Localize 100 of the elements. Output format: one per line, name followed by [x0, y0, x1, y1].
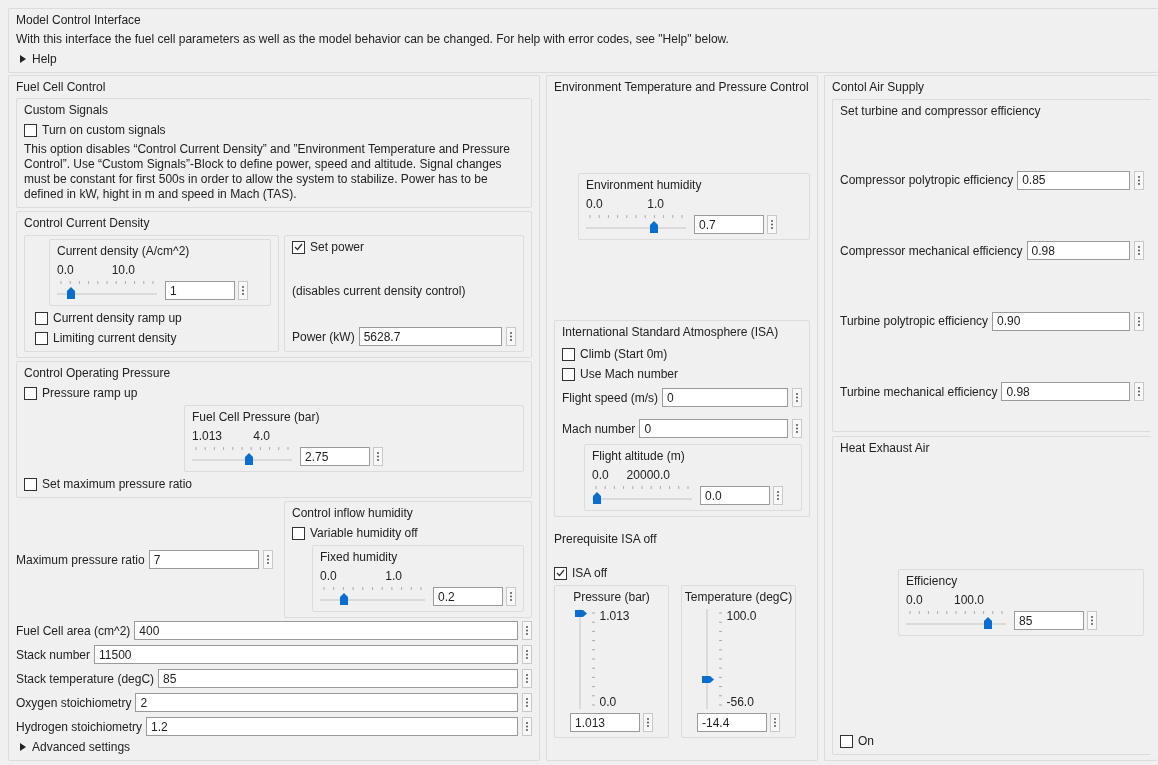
slider-thumb[interactable] [573, 609, 588, 618]
text-field[interactable]: 1.2 [146, 717, 518, 736]
text-field[interactable]: 0.90 [992, 311, 1130, 331]
slider-thumb[interactable] [66, 286, 76, 300]
checkbox[interactable]: Turn on custom signals [24, 122, 166, 138]
checkbox[interactable]: Use Mach number [562, 366, 679, 382]
slider-max-label: 100.0 [726, 609, 758, 623]
slider-thumb[interactable] [649, 220, 659, 234]
note-text: (disables current density control) [292, 284, 467, 298]
value-field[interactable]: 85 [1014, 611, 1084, 630]
text-field[interactable]: 0 [662, 388, 788, 407]
field-label: Compressor polytropic efficiency [840, 173, 1014, 187]
checkbox[interactable]: Set maximum pressure ratio [24, 476, 193, 492]
options-button[interactable] [770, 713, 780, 732]
options-button[interactable] [792, 419, 802, 438]
checkbox[interactable]: Climb (Start 0m) [562, 346, 668, 362]
options-button[interactable] [373, 447, 383, 466]
slider-title: Flight altitude (m) [592, 448, 686, 464]
slider-track[interactable] [592, 491, 692, 505]
text-field[interactable]: 11500 [94, 645, 518, 664]
value-field[interactable]: 1 [165, 281, 235, 300]
options-button[interactable] [792, 388, 802, 407]
value-field[interactable]: -14.4 [697, 713, 767, 732]
options-button[interactable] [506, 587, 516, 606]
slider-max-label: 1.0 [385, 569, 402, 583]
slider-track[interactable] [700, 609, 715, 709]
options-button[interactable] [522, 717, 532, 736]
field-label: Hydrogen stoichiometry [16, 719, 143, 734]
checkbox[interactable]: Set power [292, 239, 365, 255]
slider-track[interactable] [192, 452, 292, 466]
checkbox[interactable]: Variable humidity off [292, 525, 418, 541]
slider-min-label: 0.0 [320, 569, 337, 583]
options-button[interactable] [262, 550, 273, 569]
slider-min-label: 0.0 [592, 468, 609, 482]
field-label: Turbine mechanical efficiency [840, 384, 998, 399]
text-field[interactable]: 2 [135, 693, 518, 712]
text-field[interactable]: 5628.7 [358, 327, 502, 346]
slider-title: Environment humidity [586, 177, 703, 193]
options-button[interactable] [767, 215, 777, 234]
text-field[interactable]: 0.98 [1001, 382, 1130, 401]
options-button[interactable] [522, 645, 532, 664]
slider-thumb[interactable] [982, 616, 993, 630]
slider-thumb[interactable] [339, 592, 349, 606]
advanced-toggle[interactable]: Advanced settings [16, 739, 131, 755]
options-button[interactable] [522, 693, 532, 712]
checkbox[interactable]: Current density ramp up [35, 310, 182, 326]
field-label: Mach number [562, 421, 636, 436]
checkbox[interactable]: ISA off [554, 565, 608, 581]
help-toggle[interactable]: Help [16, 51, 57, 67]
field-label: Oxygen stoichiometry [16, 695, 132, 710]
options-button[interactable] [773, 486, 783, 505]
slider-title: Fixed humidity [320, 549, 399, 565]
value-field[interactable]: 0.0 [700, 486, 770, 505]
options-button[interactable] [643, 713, 653, 732]
slider-title: Pressure (bar) [573, 589, 650, 605]
slider-track[interactable] [573, 609, 588, 709]
text-field[interactable]: 7 [148, 550, 259, 569]
text-field[interactable]: 85 [158, 669, 518, 688]
slider-thumb[interactable] [592, 491, 602, 505]
options-button[interactable] [1134, 382, 1144, 401]
slider-track[interactable] [320, 592, 425, 606]
value-field[interactable]: 1.013 [570, 713, 640, 732]
options-button[interactable] [522, 621, 532, 640]
text-field[interactable]: 400 [134, 621, 518, 640]
checkbox[interactable]: Limiting current density [35, 330, 177, 346]
options-button[interactable] [238, 281, 248, 300]
checkbox[interactable]: Pressure ramp up [24, 385, 138, 401]
text-field[interactable]: 0.85 [1017, 170, 1130, 190]
value-field[interactable]: 2.75 [300, 447, 370, 466]
slider-max-label: 1.013 [599, 609, 631, 623]
slider-min-label: 0.0 [906, 593, 923, 607]
text-field[interactable]: 0.98 [1026, 241, 1130, 260]
slider-max-label: 4.0 [253, 429, 270, 443]
options-button[interactable] [1134, 311, 1144, 331]
slider-track[interactable] [57, 286, 157, 300]
options-button[interactable] [1134, 241, 1144, 260]
slider-max-label: 20000.0 [626, 468, 670, 482]
slider-min-label: -56.0 [726, 695, 755, 709]
caret-icon [20, 743, 26, 751]
options-button[interactable] [522, 669, 532, 688]
options-button[interactable] [1087, 611, 1097, 630]
options-button[interactable] [1134, 170, 1144, 190]
field-label: Stack number [16, 647, 91, 662]
group-title: Control inflow humidity [292, 505, 414, 521]
value-field[interactable]: 0.2 [433, 587, 503, 606]
field-label: Fuel Cell area (cm^2) [16, 623, 131, 638]
slider-track[interactable] [586, 220, 686, 234]
slider-max-label: 10.0 [111, 263, 135, 277]
group-title: International Standard Atmosphere (ISA) [562, 324, 780, 340]
slider-track[interactable] [906, 616, 1006, 630]
group-title: Prerequisite ISA off [554, 531, 658, 547]
slider-min-label: 1.013 [192, 429, 223, 443]
slider-title: Temperature (degC) [684, 589, 793, 605]
slider-thumb[interactable] [700, 675, 715, 685]
checkbox[interactable]: On [840, 733, 874, 749]
value-field[interactable]: 0.7 [694, 215, 764, 234]
slider-thumb[interactable] [244, 452, 255, 466]
group-title: Control Current Density [24, 215, 151, 231]
text-field[interactable]: 0 [639, 419, 788, 438]
options-button[interactable] [506, 327, 516, 346]
